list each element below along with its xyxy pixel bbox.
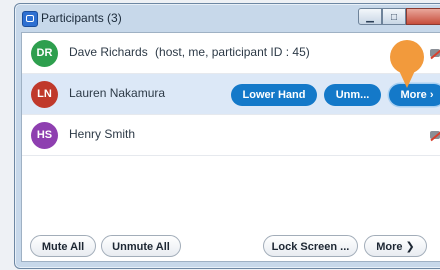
close-button[interactable] — [406, 8, 440, 25]
window-title: Participants (3) — [41, 11, 122, 25]
participant-row[interactable]: LN Lauren Nakamura Lower Hand Unm... Mor… — [22, 74, 440, 115]
avatar: LN — [31, 81, 58, 108]
participant-detail: (host, me, participant ID : 45) — [155, 45, 310, 59]
lock-screen-button[interactable]: Lock Screen ... — [263, 235, 358, 257]
minimize-button[interactable]: ▁ — [358, 8, 382, 25]
unmute-all-button[interactable]: Unmute All — [101, 235, 181, 257]
mute-all-button[interactable]: Mute All — [30, 235, 96, 257]
participant-name: Dave Richards (host, me, participant ID … — [69, 45, 310, 59]
participant-name-text: Dave Richards — [69, 45, 148, 59]
participants-list: DR Dave Richards (host, me, participant … — [21, 32, 440, 262]
window-controls: ▁ □ — [358, 8, 440, 25]
video-off-icon — [430, 128, 440, 142]
avatar: HS — [31, 122, 58, 149]
unmute-button[interactable]: Unm... — [324, 84, 381, 106]
title-bar[interactable]: Participants (3) ▁ □ — [15, 4, 440, 32]
participant-name: Lauren Nakamura — [69, 86, 166, 100]
more-options-button[interactable]: More ❯ — [364, 235, 427, 257]
app-icon — [22, 11, 38, 27]
avatar: DR — [31, 40, 58, 67]
lower-hand-button[interactable]: Lower Hand — [231, 84, 317, 106]
participant-row[interactable]: HS Henry Smith — [22, 115, 440, 156]
participants-window: Participants (3) ▁ □ DR Dave Richards (h… — [14, 3, 440, 269]
video-off-icon — [430, 46, 440, 60]
maximize-button[interactable]: □ — [382, 8, 406, 25]
participant-name: Henry Smith — [69, 127, 136, 141]
participant-row[interactable]: DR Dave Richards (host, me, participant … — [22, 33, 440, 74]
